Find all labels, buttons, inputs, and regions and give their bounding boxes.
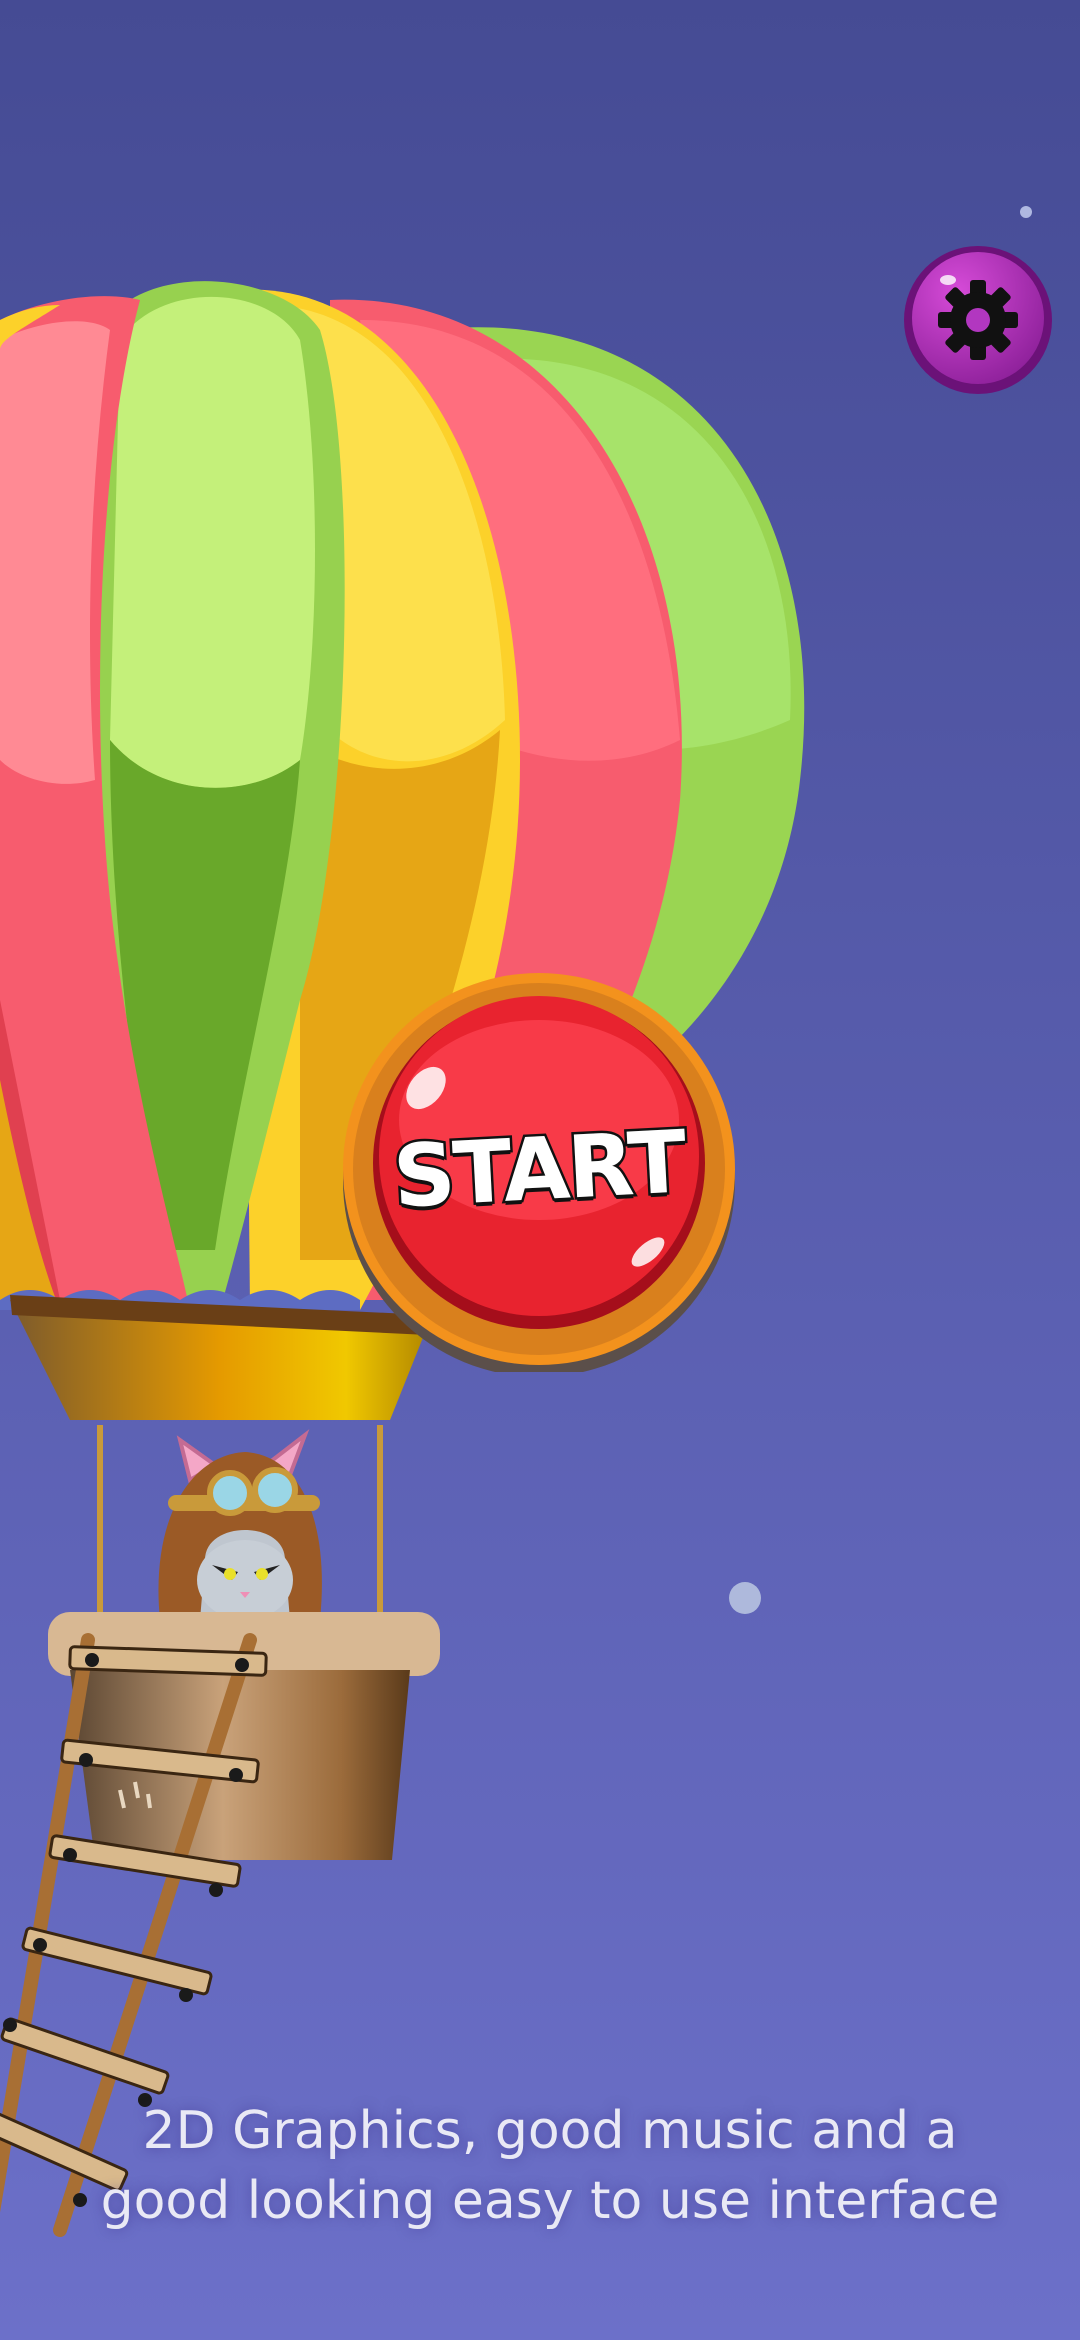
promo-line-2: good looking easy to use interface [100, 2171, 1000, 2231]
promo-caption: 2D Graphics, good music and a good looki… [60, 2096, 1040, 2236]
start-label: START [388, 1110, 689, 1230]
promo-line-1: 2D Graphics, good music and a [142, 2101, 958, 2161]
gear-icon [904, 246, 1052, 394]
start-button[interactable]: START [338, 970, 740, 1372]
settings-button[interactable] [902, 244, 1054, 396]
star-icon [729, 1582, 761, 1614]
star-icon [1020, 206, 1032, 218]
